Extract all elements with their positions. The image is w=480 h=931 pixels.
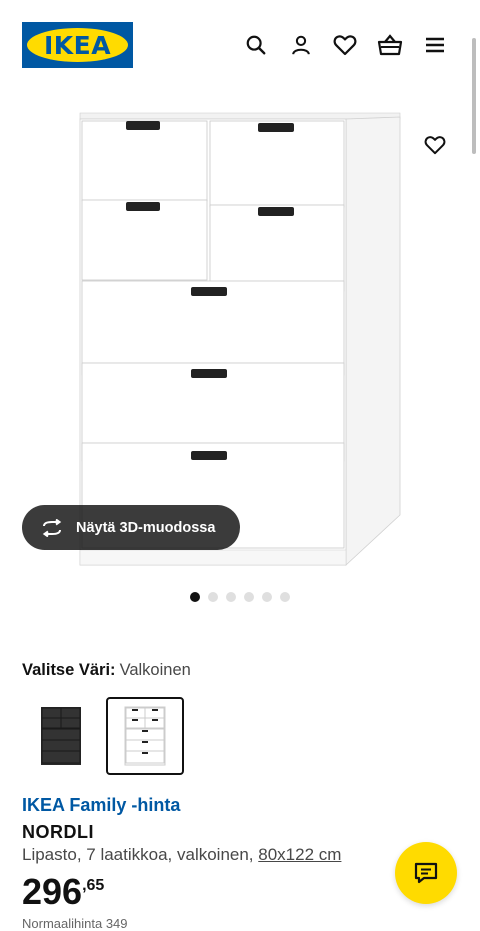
gallery-dot[interactable]	[262, 592, 272, 602]
add-to-wishlist-heart-icon[interactable]	[420, 130, 450, 160]
site-header: IKEA	[0, 0, 480, 90]
ikea-logo[interactable]: IKEA	[22, 22, 133, 68]
family-price-label[interactable]: IKEA Family -hinta	[22, 795, 180, 816]
product-description-text: Lipasto, 7 laatikkoa, valkoinen,	[22, 845, 259, 864]
product-description: Lipasto, 7 laatikkoa, valkoinen, 80x122 …	[22, 845, 341, 865]
color-selection-label: Valitse Väri: Valkoinen	[22, 661, 191, 680]
heart-icon[interactable]	[332, 32, 358, 58]
rotate-3d-icon	[40, 518, 66, 538]
chat-bubble-icon	[414, 862, 438, 884]
color-label-key: Valitse Väri:	[22, 661, 116, 679]
search-icon[interactable]	[243, 32, 269, 58]
menu-icon[interactable]	[422, 32, 448, 58]
gallery-dot[interactable]	[280, 592, 290, 602]
product-name: NORDLI	[22, 822, 94, 842]
swatch-black-brown[interactable]	[22, 697, 100, 775]
color-label-value: Valkoinen	[119, 661, 191, 679]
logo-oval: IKEA	[27, 28, 128, 62]
gallery-dot[interactable]	[208, 592, 218, 602]
user-icon[interactable]	[288, 32, 314, 58]
gallery-dot[interactable]	[244, 592, 254, 602]
gallery-pagination	[190, 592, 290, 602]
swatch-white[interactable]	[106, 697, 184, 775]
price-integer: 296	[22, 871, 83, 912]
gallery-dot[interactable]	[226, 592, 236, 602]
price-decimal: ,65	[82, 877, 105, 894]
page-scrollbar[interactable]	[472, 38, 476, 154]
chat-button[interactable]	[395, 842, 457, 904]
product-price: 296,65	[22, 873, 104, 911]
product-size-link[interactable]: 80x122 cm	[258, 845, 341, 864]
basket-icon[interactable]	[377, 32, 403, 58]
view-3d-label: Näytä 3D-muodossa	[76, 519, 216, 536]
gallery-dot[interactable]	[190, 592, 200, 602]
logo-text: IKEA	[43, 30, 112, 60]
view-3d-button[interactable]: Näytä 3D-muodossa	[22, 505, 240, 550]
